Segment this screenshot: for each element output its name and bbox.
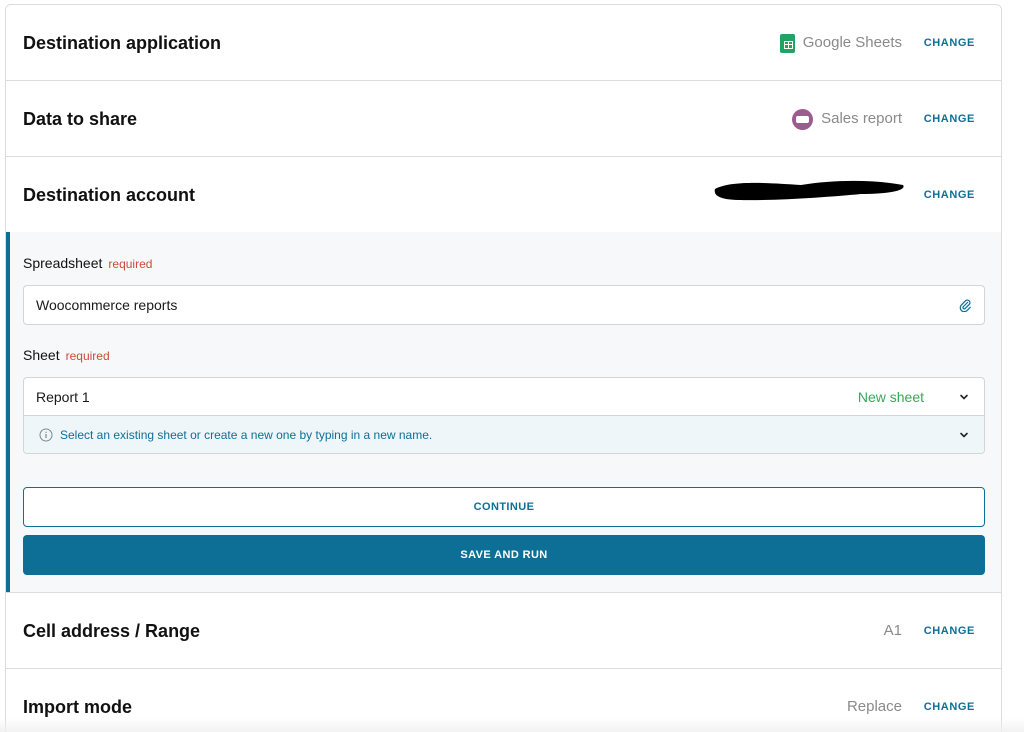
save-and-run-button[interactable]: SAVE AND RUN bbox=[23, 535, 985, 575]
sheet-settings-section: Spreadsheet required Woocommerce reports … bbox=[6, 232, 1001, 593]
destination-application-value: Google Sheets bbox=[779, 5, 902, 81]
cell-address-row: Cell address / Range A1 CHANGE bbox=[6, 593, 1001, 669]
sheet-select: Report 1 New sheet Select an existing sh… bbox=[23, 377, 985, 454]
redacted-account-mark bbox=[714, 180, 904, 201]
sheet-label: Sheet required bbox=[23, 347, 110, 363]
destination-application-title: Destination application bbox=[23, 33, 222, 53]
active-section-indicator bbox=[6, 232, 10, 592]
destination-application-row: Destination application Google Sheets CH… bbox=[6, 5, 1001, 81]
chevron-down-icon[interactable] bbox=[958, 391, 970, 403]
new-sheet-badge: New sheet bbox=[857, 389, 924, 405]
paperclip-icon[interactable] bbox=[958, 298, 972, 312]
spreadsheet-label: Spreadsheet required bbox=[23, 255, 152, 271]
change-cell-address-button[interactable]: CHANGE bbox=[924, 593, 975, 669]
woocommerce-icon bbox=[792, 108, 814, 130]
continue-button[interactable]: CONTINUE bbox=[23, 487, 985, 527]
change-destination-application-button[interactable]: CHANGE bbox=[924, 5, 975, 81]
sheet-hint: Select an existing sheet or create a new… bbox=[24, 416, 984, 453]
sheet-required-tag: required bbox=[65, 349, 110, 363]
data-to-share-title: Data to share bbox=[23, 109, 138, 129]
spreadsheet-required-tag: required bbox=[108, 257, 153, 271]
sheet-hint-text: Select an existing sheet or create a new… bbox=[60, 428, 433, 442]
info-icon bbox=[39, 428, 53, 442]
data-to-share-row: Data to share Sales report CHANGE bbox=[6, 81, 1001, 157]
cell-address-title: Cell address / Range bbox=[23, 621, 201, 641]
sheet-label-text: Sheet bbox=[23, 347, 60, 363]
data-to-share-value: Sales report bbox=[792, 81, 902, 157]
change-data-to-share-button[interactable]: CHANGE bbox=[924, 81, 975, 157]
cell-address-value: A1 bbox=[883, 622, 902, 639]
change-destination-account-button[interactable]: CHANGE bbox=[924, 157, 975, 233]
importer-panel: Destination application Google Sheets CH… bbox=[5, 4, 1002, 732]
spreadsheet-input[interactable]: Woocommerce reports bbox=[23, 285, 985, 325]
spreadsheet-input-value: Woocommerce reports bbox=[36, 297, 178, 313]
destination-account-row: Destination account CHANGE bbox=[6, 157, 1001, 233]
chevron-down-icon[interactable] bbox=[958, 429, 970, 441]
spreadsheet-label-text: Spreadsheet bbox=[23, 255, 103, 271]
destination-account-title: Destination account bbox=[23, 185, 196, 205]
sheet-select-value: Report 1 bbox=[36, 389, 90, 405]
destination-application-label: Google Sheets bbox=[802, 34, 902, 51]
google-sheets-icon bbox=[779, 33, 795, 53]
page-bottom-fade bbox=[0, 718, 1024, 732]
data-to-share-label: Sales report bbox=[821, 110, 902, 127]
sheet-select-field[interactable]: Report 1 New sheet bbox=[24, 378, 984, 416]
